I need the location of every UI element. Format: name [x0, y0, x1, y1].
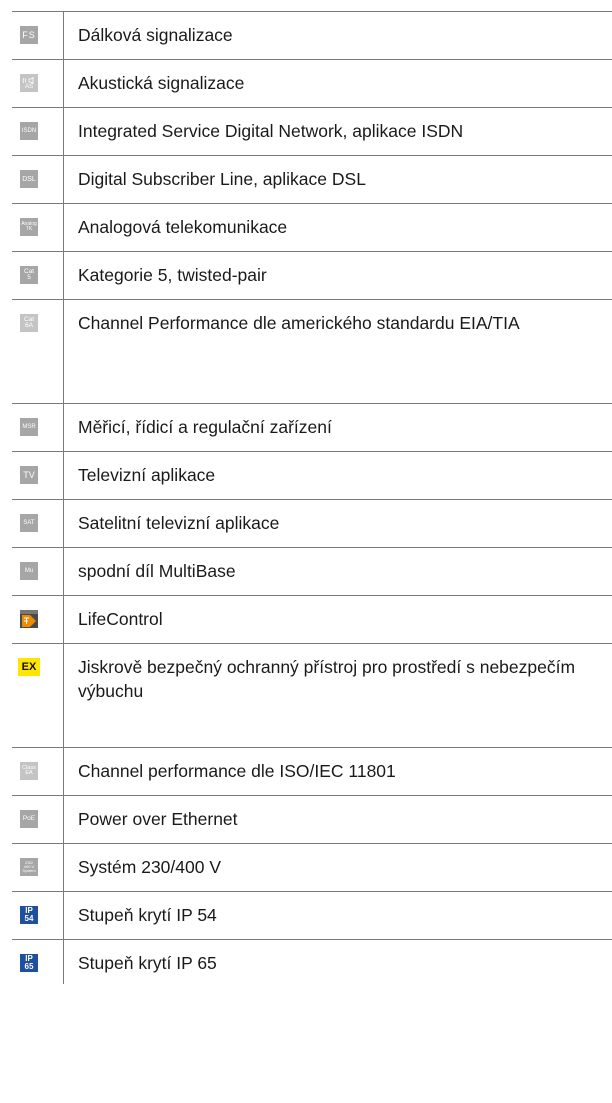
cat6a-icon: Cat 6A: [20, 314, 38, 332]
row-text: Digital Subscriber Line, aplikace DSL: [78, 169, 366, 189]
table-row: TV Televizní aplikace: [12, 452, 612, 500]
row-text: Analogová telekomunikace: [78, 217, 288, 237]
row-text: Jiskrově bezpečný ochranný přístroj pro …: [78, 657, 576, 701]
dsl-icon: DSL: [20, 170, 38, 188]
row-text: Akustická signalizace: [78, 73, 245, 93]
table-row: LifeControl: [12, 596, 612, 644]
lifecontrol-icon: [20, 610, 38, 628]
row-text: Stupeň krytí IP 65: [78, 953, 217, 973]
poe-icon: PoE: [20, 810, 38, 828]
ip54-icon: IP 54: [20, 906, 38, 924]
table-row: FS Dálková signalizace: [12, 12, 612, 60]
isdn-icon: ISDN: [20, 122, 38, 140]
table-row: Cat 5 Kategorie 5, twisted-pair: [12, 252, 612, 300]
row-text: Měřicí, řídicí a regulační zařízení: [78, 417, 332, 437]
row-text: Systém 230/400 V: [78, 857, 221, 877]
row-text: Televizní aplikace: [78, 465, 216, 485]
table-row: Class EA Channel performance dle ISO/IEC …: [12, 748, 612, 796]
msr-icon: MSR: [20, 418, 38, 436]
table-row: PoE Power over Ethernet: [12, 796, 612, 844]
row-text: Channel Performance dle amerického stand…: [78, 313, 520, 333]
ex-icon: EX: [18, 658, 40, 676]
row-text: Power over Ethernet: [78, 809, 238, 829]
table-row: AS Akustická signalizace: [12, 60, 612, 108]
table-row: DSL Digital Subscriber Line, aplikace DS…: [12, 156, 612, 204]
row-text: Integrated Service Digital Network, apli…: [78, 121, 464, 141]
sat-icon: SAT: [20, 514, 38, 532]
system-230-400-icon: 230/400 V System: [20, 858, 38, 876]
row-text: Kategorie 5, twisted-pair: [78, 265, 267, 285]
table-row: MSR Měřicí, řídicí a regulační zařízení: [12, 404, 612, 452]
analog-tk-icon: Analog TK: [20, 218, 38, 236]
table-row: Mu spodní díl MultiBase: [12, 548, 612, 596]
row-text: spodní díl MultiBase: [78, 561, 236, 581]
table-row: Analog TK Analogová telekomunikace: [12, 204, 612, 252]
row-text: Dálková signalizace: [78, 25, 233, 45]
fs-icon: FS: [20, 26, 38, 44]
row-text: LifeControl: [78, 609, 163, 629]
row-text: Stupeň krytí IP 54: [78, 905, 217, 925]
tv-icon: TV: [20, 466, 38, 484]
table-row: 230/400 V System Systém 230/400 V: [12, 844, 612, 892]
ip65-icon: IP 65: [20, 954, 38, 972]
table-row: Cat 6A Channel Performance dle amerického…: [12, 300, 612, 404]
cat5-icon: Cat 5: [20, 266, 38, 284]
row-text: Channel performance dle ISO/IEC 11801: [78, 761, 396, 781]
multibase-icon: Mu: [20, 562, 38, 580]
row-text: Satelitní televizní aplikace: [78, 513, 280, 533]
table-row: IP 65 Stupeň krytí IP 65: [12, 940, 612, 984]
table-row: ISDN Integrated Service Digital Network,…: [12, 108, 612, 156]
acoustic-signal-icon: AS: [20, 74, 38, 92]
table-row: EX Jiskrově bezpečný ochranný přístroj p…: [12, 644, 612, 748]
table-row: SAT Satelitní televizní aplikace: [12, 500, 612, 548]
table-row: IP 54 Stupeň krytí IP 54: [12, 892, 612, 940]
class-ea-icon: Class EA: [20, 762, 38, 780]
symbol-legend-table: FS Dálková signalizace AS Akustická sign…: [12, 11, 612, 984]
